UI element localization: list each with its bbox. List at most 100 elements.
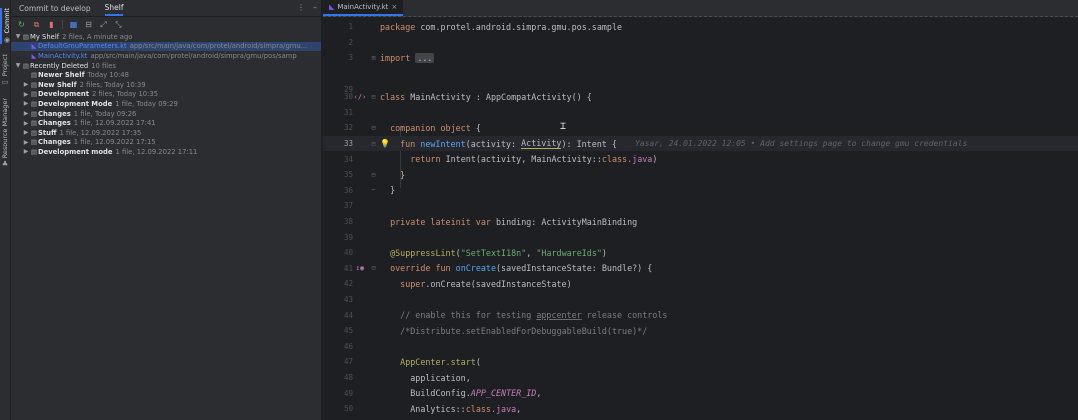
code-line: 37 <box>323 198 1078 214</box>
line-number: 44 <box>343 310 353 320</box>
fold-icon[interactable]: ⊟ <box>367 140 380 148</box>
line-number: 1 <box>348 22 353 32</box>
line-number: 49 <box>343 388 353 398</box>
line-number: 33 <box>343 139 353 149</box>
minimize-icon[interactable]: – <box>313 3 317 12</box>
lightbulb-icon[interactable]: 💡 <box>380 139 390 148</box>
delete-icon[interactable]: ▮ <box>47 20 56 29</box>
kotlin-file-icon: ◣ <box>329 3 335 11</box>
panel-options: ⋮ – <box>297 3 317 12</box>
deleted-shelf-node[interactable]: ▶ ▤ Development mode 1 file, 12.09.2022 … <box>11 147 321 157</box>
deleted-shelf-node[interactable]: ▤ Newer Shelf Today 10:48 <box>11 70 321 80</box>
recently-deleted-meta: 10 files <box>91 61 116 70</box>
deleted-shelf-meta: Today 10:48 <box>87 71 129 80</box>
my-shelf-node[interactable]: ▼ ▤ My Shelf 2 files, A minute ago <box>11 32 321 42</box>
line-number: 38 <box>343 217 353 227</box>
shelf-list-icon: ▤ <box>22 32 30 41</box>
close-icon[interactable]: × <box>391 3 397 11</box>
group-by-icon[interactable]: ▦ <box>69 20 78 29</box>
shelf-list-icon: ▤ <box>30 128 38 137</box>
fold-icon[interactable]: ⌐ <box>367 186 380 194</box>
folded-imports[interactable]: ... <box>415 52 435 63</box>
override-gutter-icon[interactable]: ↥◉ <box>353 264 367 272</box>
unshelve-icon[interactable]: ↻ <box>17 20 26 29</box>
shelf-list-icon: ▤ <box>30 138 38 147</box>
shelf-list-icon: ▤ <box>30 90 38 99</box>
expand-all-icon[interactable]: ⤢ <box>99 20 108 29</box>
collapse-all-icon[interactable]: ⤡ <box>114 20 123 29</box>
chevron-right-icon[interactable]: ▶ <box>22 139 30 146</box>
code-line: 44 // enable this for testing appcenter … <box>323 307 1078 323</box>
chevron-right-icon[interactable]: ▶ <box>22 91 30 98</box>
chevron-right-icon[interactable]: ▶ <box>22 110 30 117</box>
chevron-right-icon[interactable]: ▶ <box>22 129 30 136</box>
recently-deleted-label: Recently Deleted <box>30 61 89 70</box>
code-line: 35 ⊟ } <box>323 167 1078 183</box>
tab-shelf[interactable]: Shelf <box>104 1 124 16</box>
deleted-shelf-meta: 2 files, Today 10:39 <box>79 80 146 89</box>
commit-tab-label: Commit <box>3 8 11 34</box>
commit-tool-tab[interactable]: Commit ◉ <box>0 8 11 44</box>
code-line: 34 return Intent(activity, MainActivity:… <box>323 151 1078 167</box>
fold-icon[interactable]: ⊞ <box>367 54 380 62</box>
chevron-down-icon[interactable]: ▼ <box>14 62 22 69</box>
fold-icon[interactable]: ⊟ <box>367 124 380 132</box>
deleted-shelf-node[interactable]: ▶ ▤ Changes 1 file, 12.09.2022 17:41 <box>11 118 321 128</box>
mouse-cursor-icon: ⌶ <box>560 121 567 132</box>
line-number: 43 <box>343 295 353 305</box>
commit-panel-tabs: Commit to develop Shelf ⋮ – <box>11 0 321 17</box>
code-line: 30 ‹/› ⊟ class MainActivity : AppCompatAct… <box>323 89 1078 105</box>
code-line: 38 private lateinit var binding: Activit… <box>323 214 1078 230</box>
line-number: 3 <box>348 53 353 63</box>
chevron-right-icon[interactable]: ▶ <box>22 81 30 88</box>
line-number: 35 <box>343 170 353 180</box>
editor-tab-label: MainActivity.kt <box>337 3 389 11</box>
chevron-right-icon[interactable]: ▶ <box>22 120 30 127</box>
recently-deleted-node[interactable]: ▼ ▤ Recently Deleted 10 files <box>11 61 321 71</box>
fold-icon[interactable]: ⊟ <box>367 93 380 101</box>
fold-icon[interactable]: ⊟ <box>367 264 380 272</box>
tab-commit-to-develop[interactable]: Commit to develop <box>19 2 91 15</box>
preview-diff-icon[interactable]: ⊟ <box>84 20 93 29</box>
code-line: 42 super .onCreate(savedInstanceState) <box>323 276 1078 292</box>
layout-gutter-icon[interactable]: ‹/› <box>353 93 367 101</box>
project-tool-tab[interactable]: Project ▭ <box>1 54 9 86</box>
deleted-shelf-meta: 1 file, Today 09:26 <box>73 109 137 118</box>
more-options-icon[interactable]: ⋮ <box>297 3 305 12</box>
chevron-right-icon[interactable]: ▶ <box>22 100 30 107</box>
code-line: 43 <box>323 292 1078 308</box>
deleted-shelf-node[interactable]: ▶ ▤ Development 2 files, Today 10:35 <box>11 90 321 100</box>
kotlin-file-icon: ◣ <box>31 51 37 60</box>
deleted-shelf-node[interactable]: ▶ ▤ New Shelf 2 files, Today 10:39 <box>11 80 321 90</box>
folder-icon: ▭ <box>1 78 9 87</box>
editor-tabs: ◣ MainActivity.kt × <box>323 0 1078 17</box>
shelve-changes-icon[interactable]: ⧉ <box>32 20 41 29</box>
deleted-shelf-name: Stuff <box>38 128 57 137</box>
project-tab-label: Project <box>1 54 9 77</box>
deleted-shelf-node[interactable]: ▶ ▤ Changes 1 file, 12.09.2022 17:15 <box>11 138 321 148</box>
shelf-file-row[interactable]: ◣ MainActivity.kt app/src/main/java/com/… <box>11 51 321 61</box>
shelf-file-row[interactable]: ◣ DefaultGmuParameters.kt app/src/main/j… <box>11 41 321 52</box>
line-number: 31 <box>343 107 353 117</box>
code-area[interactable]: 1 package com.protel.android.simpra.gmu.… <box>323 17 1078 420</box>
line-number: 34 <box>343 154 353 164</box>
chevron-right-icon[interactable]: ▶ <box>22 148 30 155</box>
code-line: 39 <box>323 229 1078 245</box>
fold-icon[interactable]: ⊟ <box>367 171 380 179</box>
line-number: 48 <box>343 373 353 383</box>
code-line: 49 BuildConfig. APP_CENTER_ID, <box>323 385 1078 401</box>
resource-manager-tool-tab[interactable]: Resource Manager ♣ <box>1 98 9 168</box>
line-number: 45 <box>343 326 353 336</box>
deleted-shelf-node[interactable]: ▶ ▤ Development Mode 1 file, Today 09:29 <box>11 99 321 109</box>
chevron-down-icon[interactable]: ▼ <box>14 33 22 40</box>
code-line: 3 ⊞ import ... <box>323 50 1078 66</box>
deleted-shelf-name: Development Mode <box>38 99 113 108</box>
line-number: 36 <box>343 185 353 195</box>
editor-tab-mainactivity[interactable]: ◣ MainActivity.kt × <box>323 0 404 16</box>
deleted-shelf-node[interactable]: ▶ ▤ Changes 1 file, Today 09:26 <box>11 109 321 119</box>
line-number: 47 <box>343 357 353 367</box>
toolbar-separator <box>62 20 63 29</box>
current-code-line: 33 ⊟ 💡 fun newIntent (activity: Activity): … <box>323 135 1078 152</box>
my-shelf-meta: 2 files, A minute ago <box>62 32 133 41</box>
deleted-shelf-node[interactable]: ▶ ▤ Stuff 1 file, 12.09.2022 17:35 <box>11 128 321 138</box>
